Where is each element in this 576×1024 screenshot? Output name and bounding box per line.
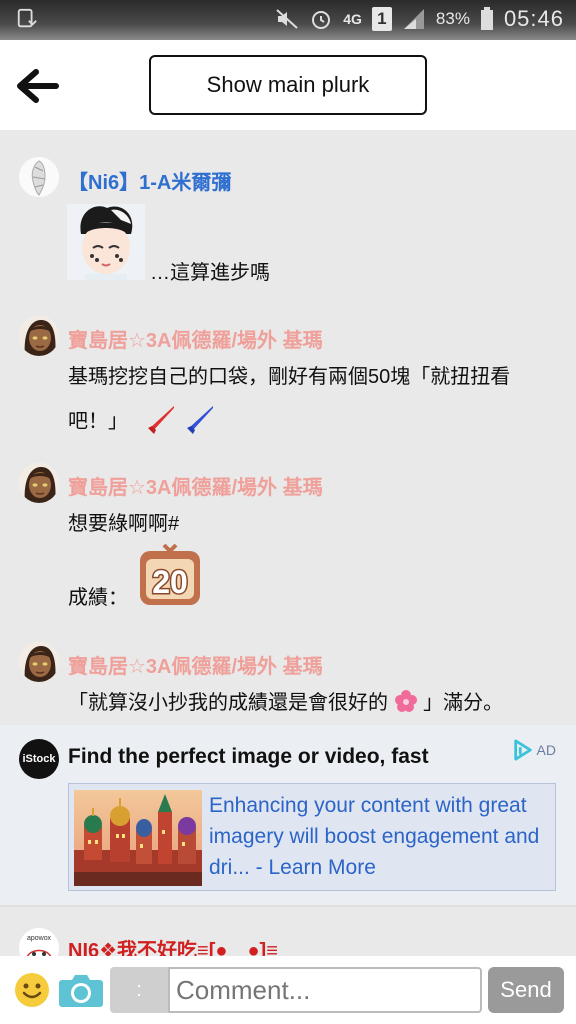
svg-text:20: 20	[152, 564, 188, 600]
signal-icon	[402, 7, 426, 31]
battery-percent: 83%	[435, 9, 470, 28]
adchoices-icon	[513, 739, 532, 761]
response-author[interactable]: 寶島居☆3A佩德羅/場外 基瑪	[68, 471, 323, 500]
ad-card[interactable]: Enhancing your content with great imager…	[68, 783, 556, 891]
qualifier-selector[interactable]: :	[110, 967, 168, 1013]
ad-badge[interactable]: AD	[512, 739, 556, 761]
response-list: 【Ni6】1-A米爾彌 …這算進步嗎 寶島居☆3A佩德羅/場外 基瑪 基瑪挖挖自…	[0, 130, 576, 956]
response-item: 【Ni6】1-A米爾彌 …這算進步嗎	[0, 154, 576, 284]
ad-unit[interactable]: iStock Find the perfect image or video, …	[0, 725, 576, 905]
flower-icon	[394, 689, 418, 719]
photo-button[interactable]	[58, 972, 104, 1008]
red-vuvuzela-icon	[146, 404, 176, 440]
clock: 05:46	[503, 6, 564, 31]
ad-body-link[interactable]: Enhancing your content with great imager…	[209, 790, 555, 883]
divider	[0, 905, 576, 907]
avatar[interactable]	[19, 642, 59, 682]
response-author[interactable]: 寶島居☆3A佩德羅/場外 基瑪	[68, 650, 323, 679]
back-button[interactable]	[14, 66, 62, 106]
camera-icon	[59, 975, 103, 1007]
score-sticker: 20	[138, 543, 202, 607]
response-author[interactable]: 【Ni6】1-A米爾彌	[68, 166, 231, 195]
avatar[interactable]	[19, 316, 59, 356]
response-text-line-2: 成績：	[68, 587, 128, 609]
comment-input[interactable]	[168, 967, 482, 1013]
avatar[interactable]	[19, 463, 59, 503]
svg-text:ароwох: ароwох	[27, 935, 52, 942]
battery-icon	[480, 7, 494, 31]
response-text-line-1: 基瑪挖挖自己的口袋，剛好有兩個50塊「就扭扭看	[68, 366, 511, 388]
smile-icon	[15, 973, 49, 1007]
response-author[interactable]: NI6❖我不好吃≡[●﹏●]≡	[68, 934, 278, 956]
response-text-line-1: 想要綠啊啊#	[68, 513, 180, 535]
response-item: ароwох NI6❖我不好吃≡[●﹏●]≡	[0, 924, 576, 956]
sticker-image[interactable]	[67, 204, 145, 280]
show-main-plurk-button[interactable]: Show main plurk	[149, 55, 427, 115]
send-button[interactable]: Send	[488, 967, 564, 1013]
mute-icon	[275, 7, 299, 31]
download-icon	[16, 8, 38, 30]
sim-indicator: 1	[371, 7, 392, 31]
network-type: 4G	[343, 11, 362, 27]
comment-bar: : Send	[0, 956, 576, 1024]
blue-vuvuzela-icon	[185, 404, 215, 440]
response-item: 寶島居☆3A佩德羅/場外 基瑪 想要綠啊啊# 成績： 20	[0, 463, 576, 613]
response-item: 寶島居☆3A佩德羅/場外 基瑪 基瑪挖挖自己的口袋，剛好有兩個50塊「就扭扭看 …	[0, 316, 576, 446]
ad-title[interactable]: Find the perfect image or video, fast	[68, 745, 429, 769]
status-bar: 4G 1 83% 05:46	[0, 0, 576, 40]
ad-image[interactable]	[74, 790, 202, 886]
alarm-icon	[309, 7, 333, 31]
response-text: 「就算沒小抄我的成績還是會很好的 」滿分。	[68, 686, 503, 719]
back-arrow-icon	[17, 69, 59, 103]
response-text: …這算進步嗎	[150, 262, 270, 284]
emoticon-button[interactable]	[14, 972, 50, 1008]
response-author[interactable]: 寶島居☆3A佩德羅/場外 基瑪	[68, 324, 323, 353]
avatar[interactable]: ароwох	[19, 928, 59, 956]
response-text-line-2: 吧！」	[68, 404, 215, 440]
response-item: 寶島居☆3A佩德羅/場外 基瑪 「就算沒小抄我的成績還是會很好的 」滿分。	[0, 642, 576, 722]
avatar[interactable]	[19, 157, 59, 197]
istock-logo: iStock	[19, 739, 59, 779]
top-bar: Show main plurk	[0, 40, 576, 130]
